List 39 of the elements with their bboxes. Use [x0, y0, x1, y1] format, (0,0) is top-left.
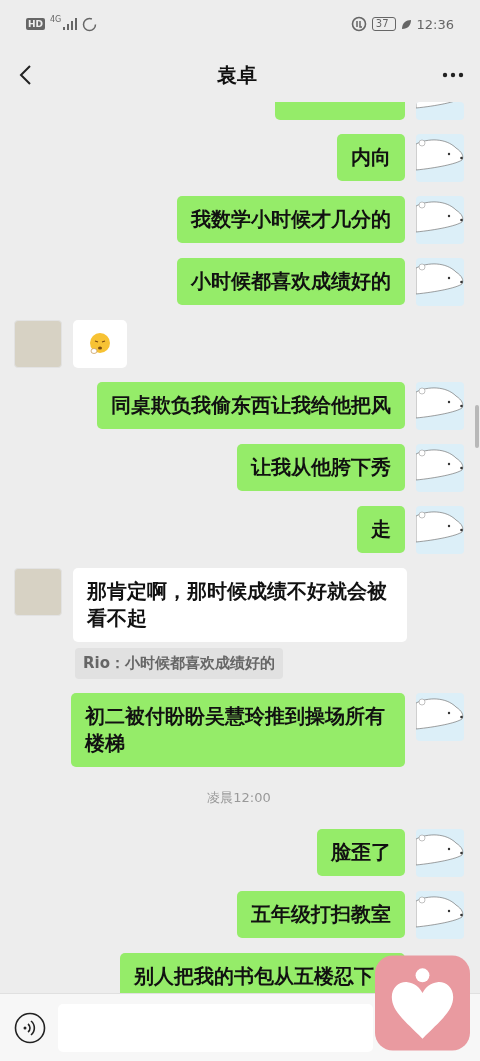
emoji-face-icon — [88, 332, 112, 356]
hd-badge: HD — [26, 18, 45, 30]
message-bubble: 脸歪了 — [317, 829, 405, 876]
message-bubble: 同桌欺负我偷东西让我给他把风 — [97, 382, 405, 429]
bear-avatar[interactable] — [416, 102, 464, 120]
message-bubble: 小时候都喜欢成绩好的 — [177, 258, 405, 305]
avatar[interactable] — [14, 320, 62, 368]
timestamp: 凌晨12:00 — [207, 789, 271, 807]
message-bubble: 那肯定啊，那时候成绩不好就会被看不起 — [73, 568, 407, 642]
bear-avatar[interactable] — [416, 196, 464, 244]
message-bubble: 五年级打扫教室 — [237, 891, 405, 938]
bear-avatar[interactable] — [416, 693, 464, 741]
bear-avatar[interactable] — [416, 829, 464, 877]
bear-avatar[interactable] — [416, 382, 464, 430]
avatar[interactable] — [14, 568, 62, 616]
bear-avatar[interactable] — [416, 891, 464, 939]
bear-avatar[interactable] — [416, 444, 464, 492]
quoted-message: Rio：小时候都喜欢成绩好的 — [75, 648, 283, 679]
message-bubble: 内向 — [337, 134, 405, 181]
more-icon[interactable] — [442, 72, 464, 78]
loading-icon — [82, 16, 98, 32]
message-bubble: 初二被付盼盼吴慧玲推到操场所有楼梯 — [71, 693, 405, 767]
voice-icon[interactable] — [14, 1011, 46, 1044]
back-icon[interactable] — [18, 64, 32, 86]
bear-avatar[interactable] — [416, 134, 464, 182]
chat-title: 袁卓 — [217, 61, 257, 89]
clock: 12:36 — [416, 16, 454, 32]
message-bubble: 我数学小时候才几分的 — [177, 196, 405, 243]
bear-avatar[interactable] — [416, 506, 464, 554]
scrollbar-thumb — [475, 405, 479, 448]
heart-app-icon[interactable] — [375, 955, 470, 1051]
bear-avatar[interactable] — [416, 258, 464, 306]
message-bubble: 让我从他胯下秀 — [237, 444, 405, 491]
leaf-icon — [400, 18, 412, 30]
battery-indicator: 37 — [371, 17, 396, 31]
network-type: 4G — [50, 14, 62, 24]
message-bubble: 别人把我的书包从五楼忍下 — [120, 953, 405, 993]
signal-icon — [63, 18, 78, 30]
message-bubble: 走 — [357, 506, 405, 553]
